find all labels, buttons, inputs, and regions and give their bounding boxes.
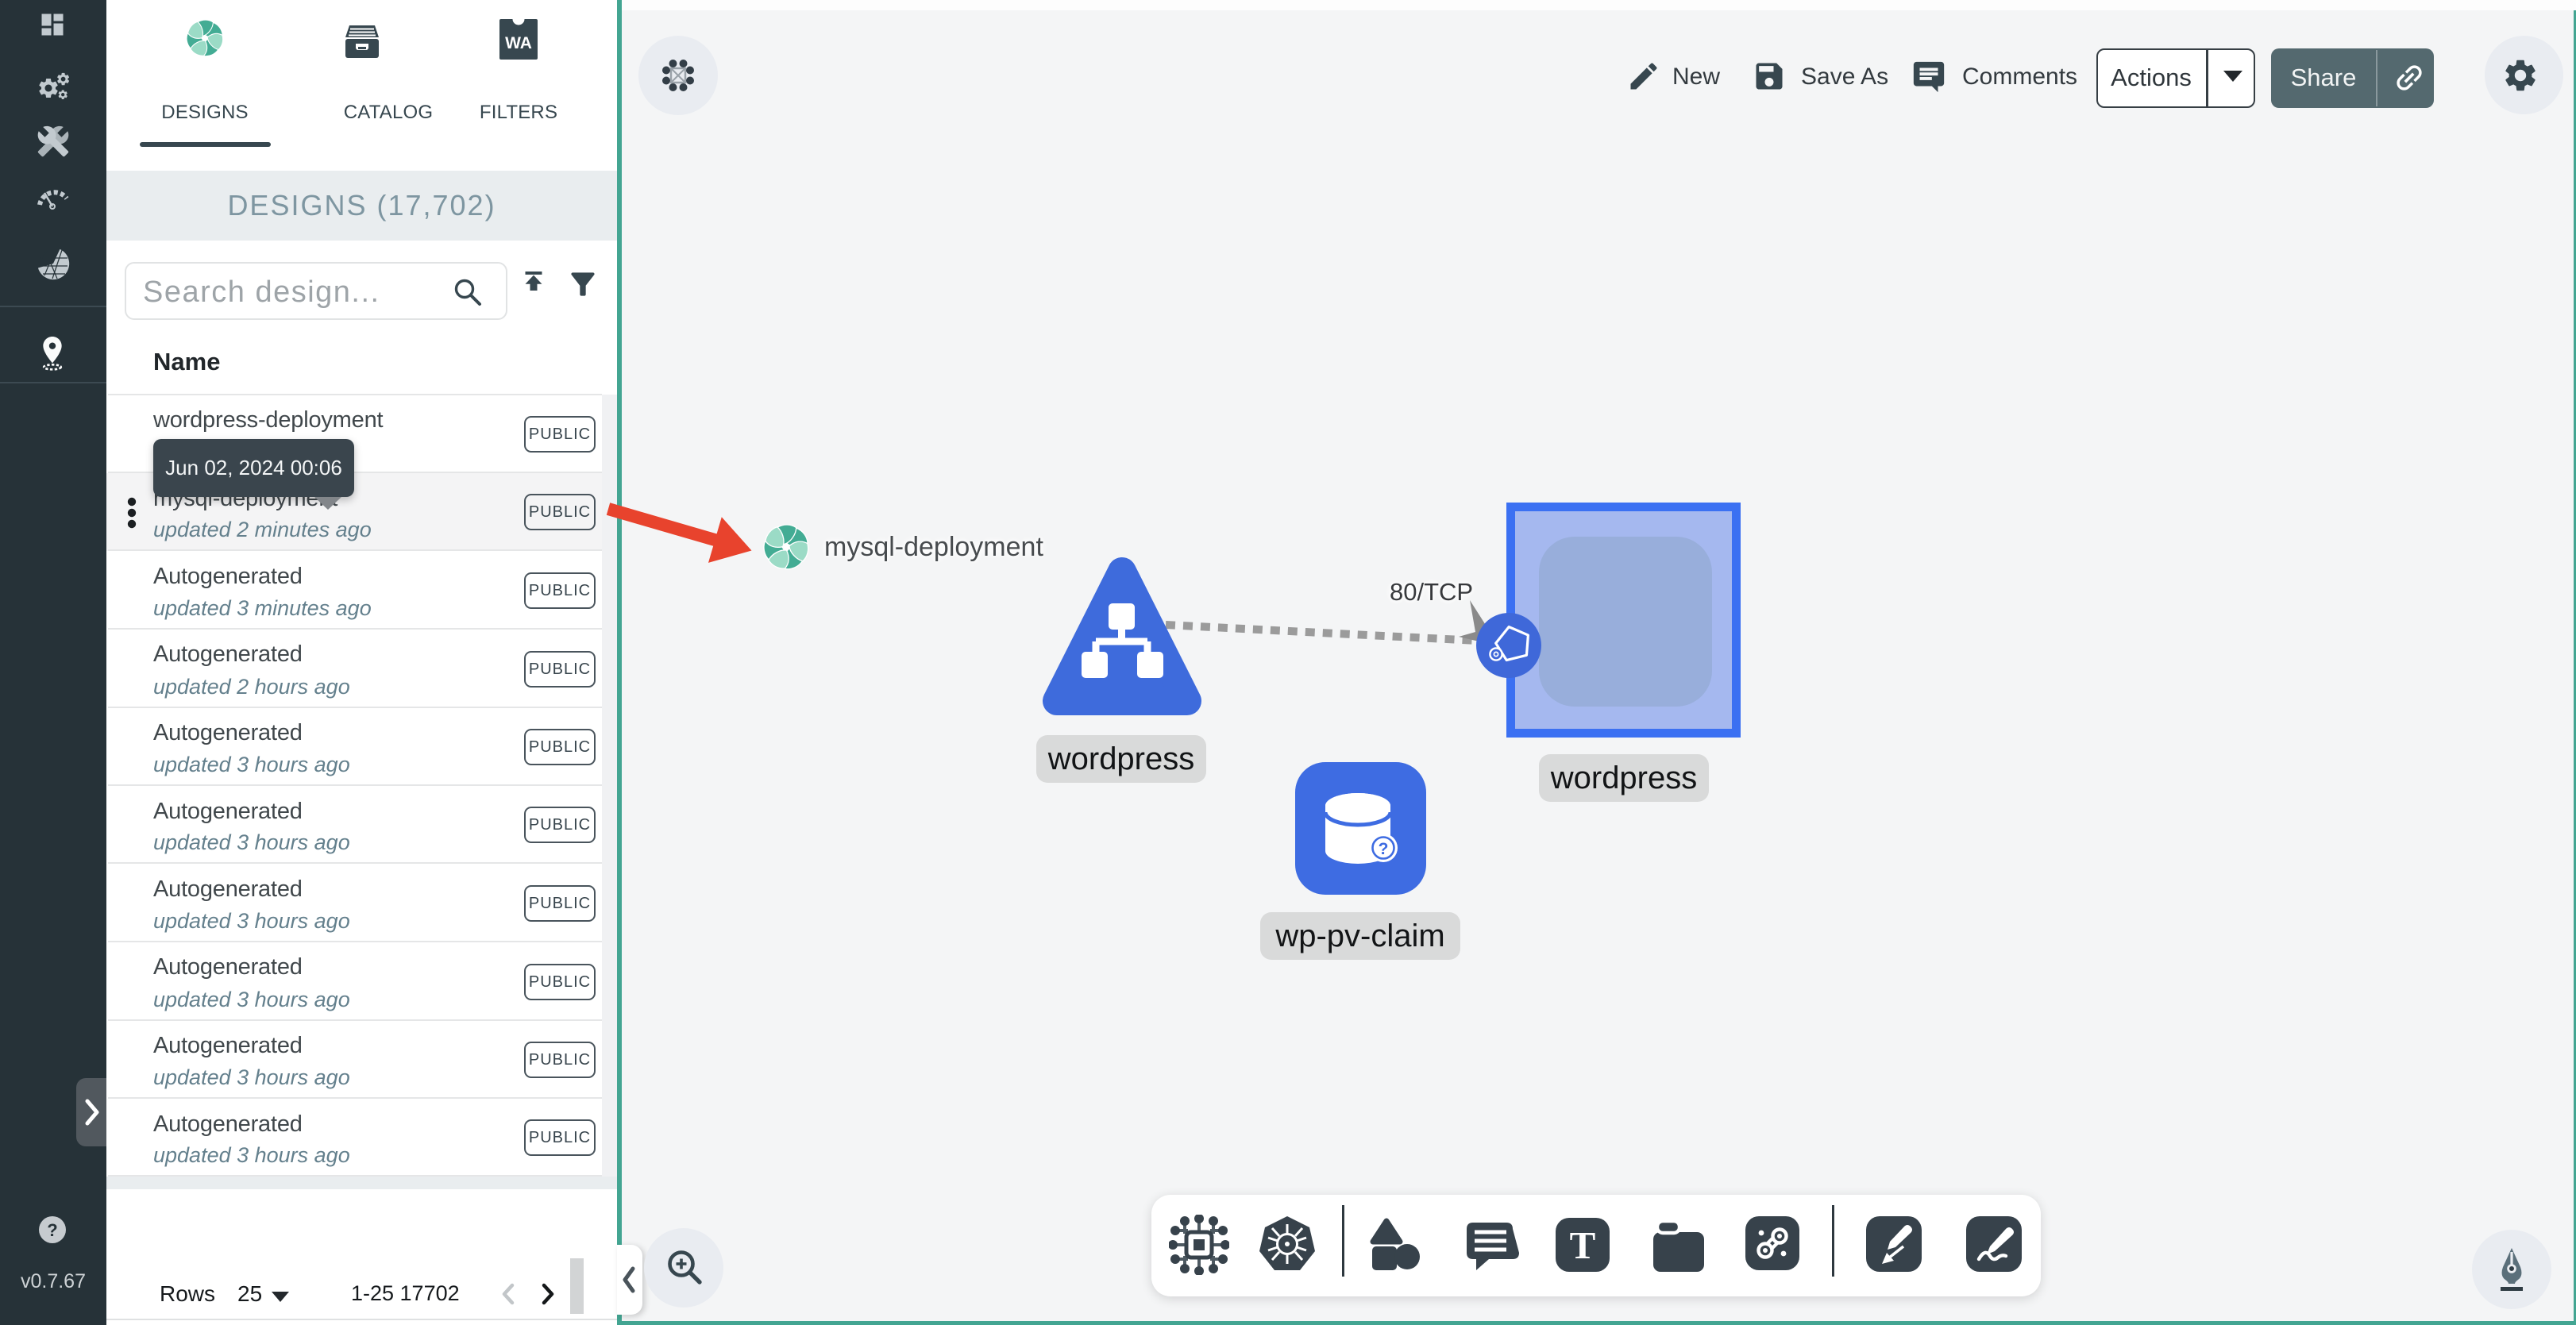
svg-text:?: ? (1379, 840, 1389, 858)
svg-text:?: ? (47, 1220, 57, 1240)
svg-text:WA: WA (505, 34, 532, 52)
svg-text:T: T (1570, 1223, 1596, 1267)
